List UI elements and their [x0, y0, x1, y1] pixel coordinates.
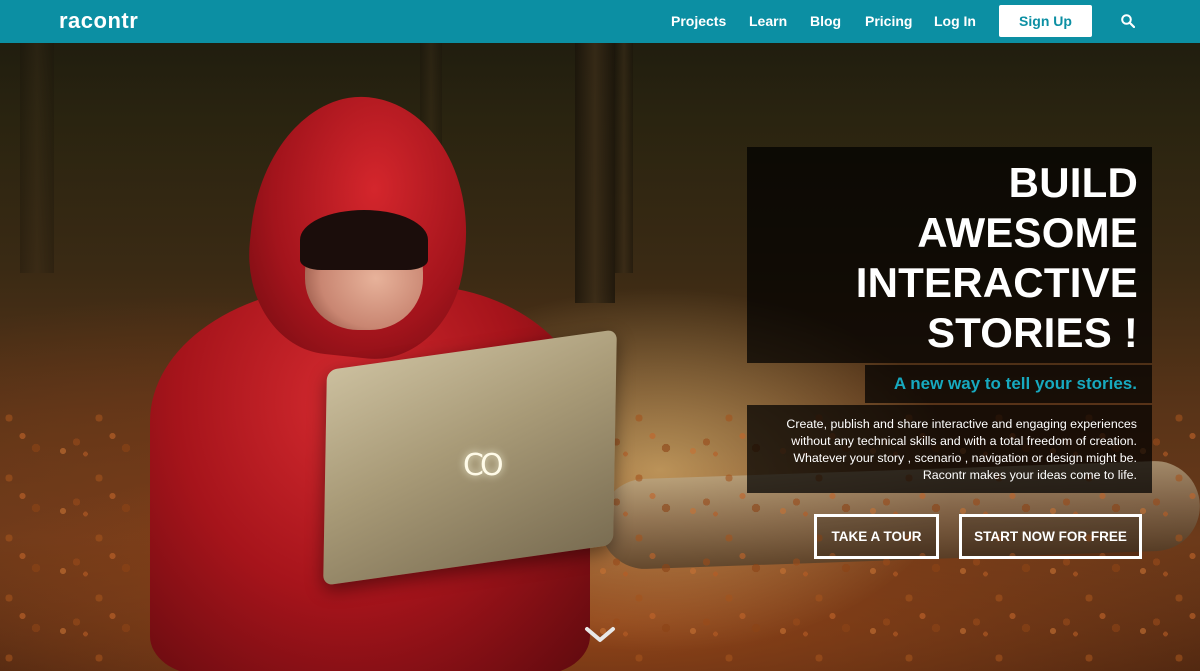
search-icon[interactable] [1121, 14, 1135, 28]
laptop-logo: CO [463, 448, 504, 483]
nav-link-pricing[interactable]: Pricing [865, 13, 912, 29]
signup-button[interactable]: Sign Up [999, 5, 1092, 37]
hero-description: Create, publish and share interactive an… [786, 416, 1137, 484]
nav-link-learn[interactable]: Learn [749, 13, 787, 29]
headline-line: INTERACTIVE [855, 259, 1138, 306]
hero-tagline: A new way to tell your stories. [893, 374, 1137, 393]
start-now-button[interactable]: START NOW FOR FREE [959, 514, 1142, 559]
chevron-down-icon[interactable] [584, 626, 616, 644]
nav-link-projects[interactable]: Projects [671, 13, 726, 29]
landing-page: CO racontr Projects Learn Blog Pricing L… [0, 0, 1200, 671]
take-a-tour-button[interactable]: TAKE A TOUR [814, 514, 939, 559]
description-line: Create, publish and share interactive an… [786, 417, 1137, 431]
hero-headline: BUILD AWESOME INTERACTIVE STORIES ! [856, 158, 1138, 358]
description-line: Racontr makes your ideas come to life. [922, 468, 1137, 482]
nav-link-blog[interactable]: Blog [810, 13, 841, 29]
headline-line: AWESOME [917, 209, 1138, 256]
headline-line: STORIES ! [926, 309, 1138, 356]
headline-line: BUILD [1008, 159, 1138, 206]
description-line: without any technical skills and with a … [791, 434, 1137, 448]
site-logo[interactable]: racontr [59, 8, 138, 34]
top-navbar: racontr Projects Learn Blog Pricing Log … [0, 0, 1200, 43]
nav-link-login[interactable]: Log In [934, 13, 976, 29]
description-line: Whatever your story , scenario , navigat… [793, 451, 1137, 465]
child-hair [300, 210, 428, 270]
